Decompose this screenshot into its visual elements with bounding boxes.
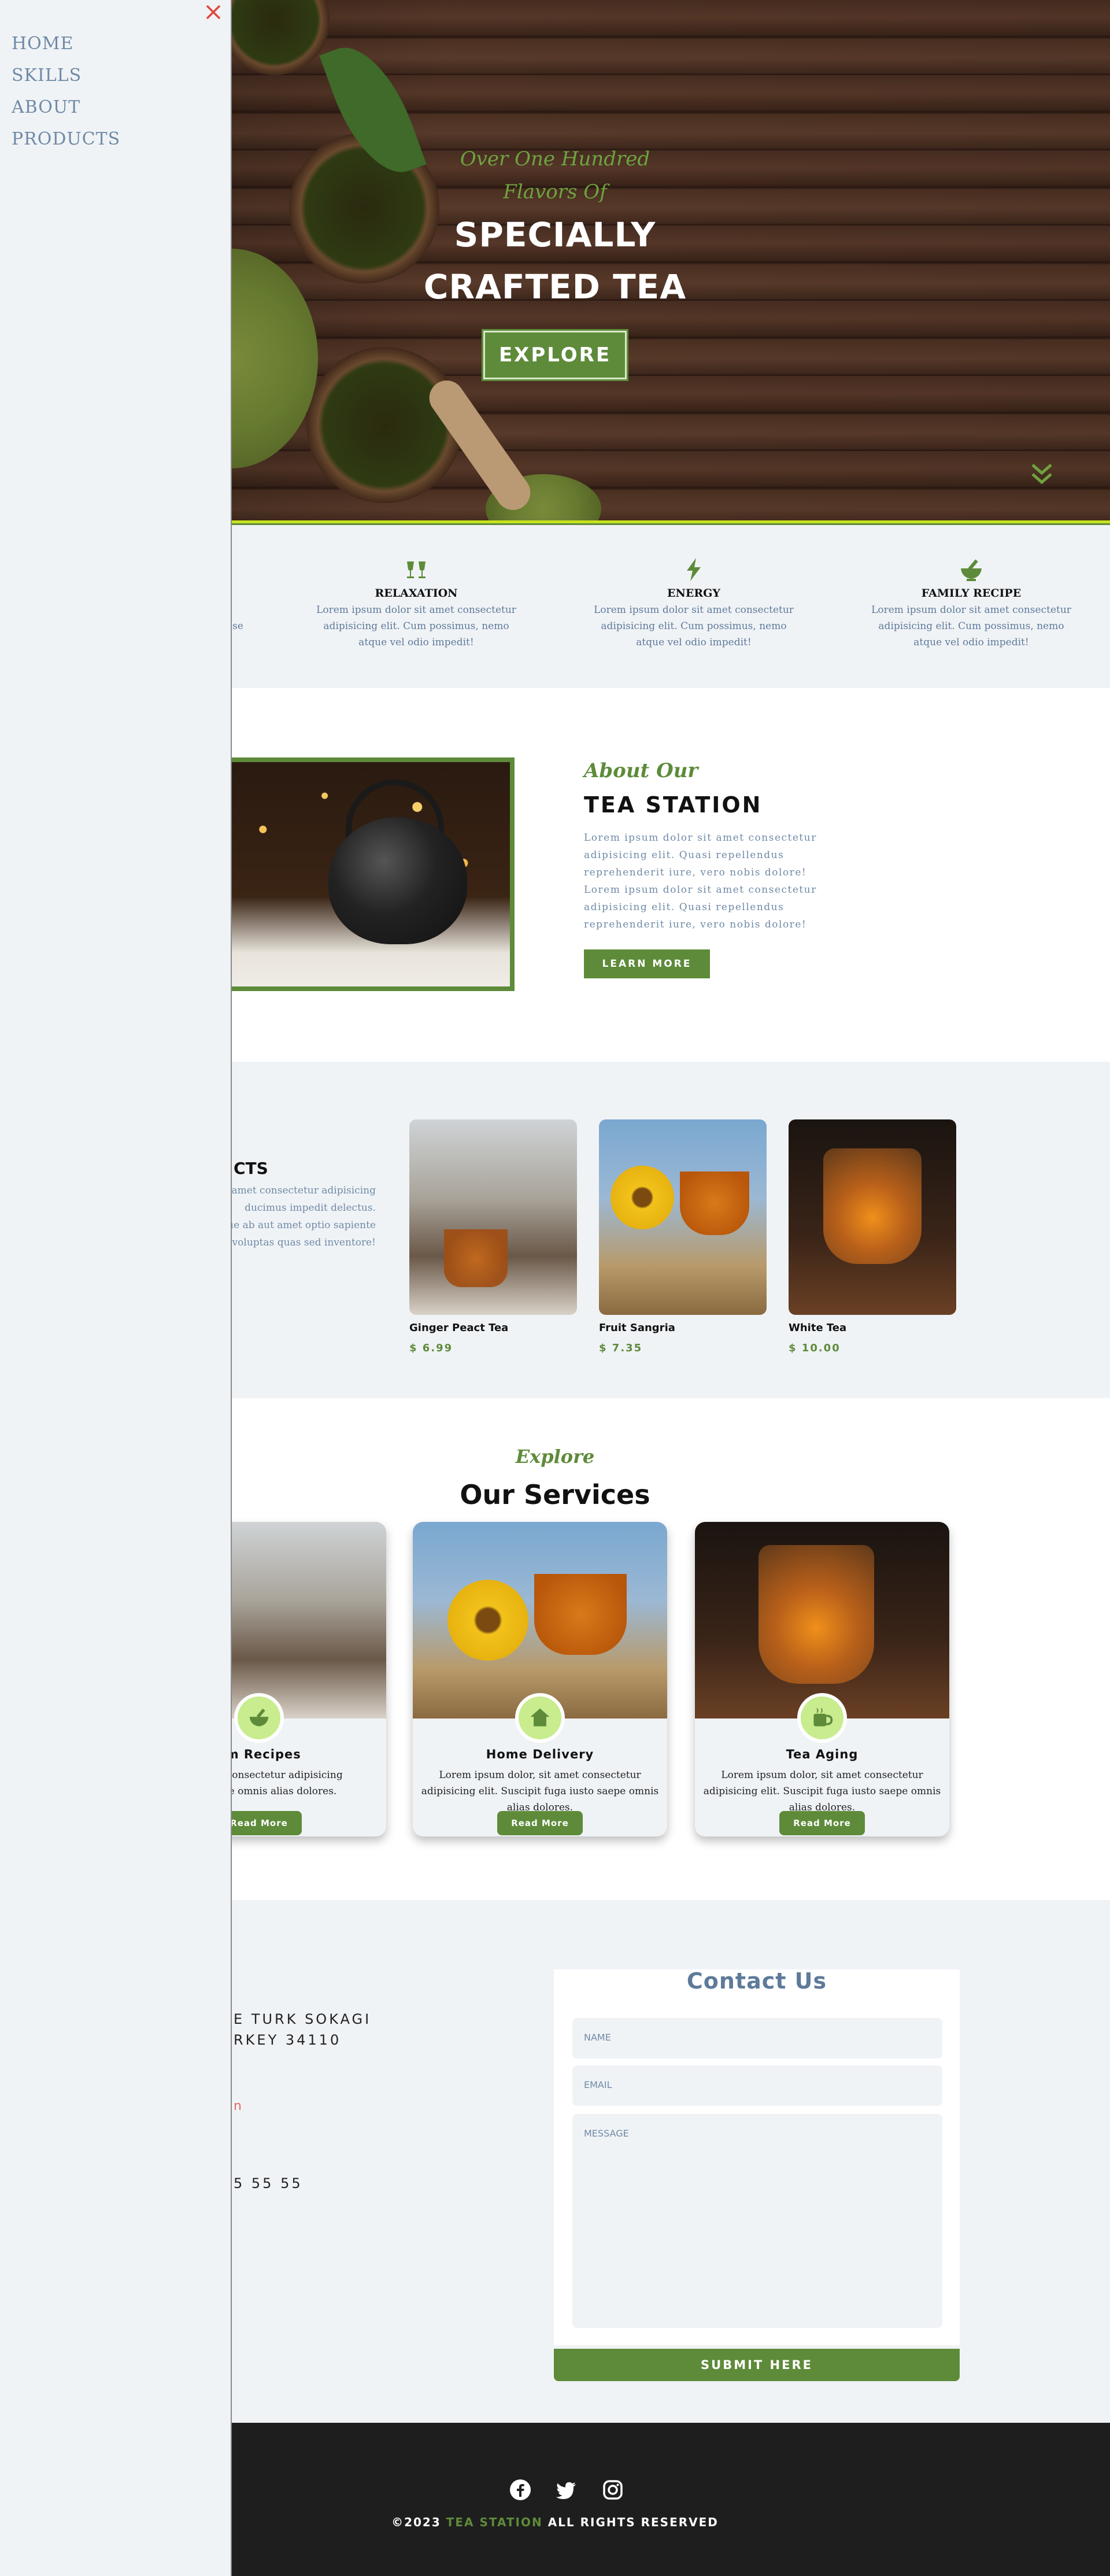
hero-subtitle-line1: Over One Hundred [460,147,650,171]
service-card: Tea Aging Lorem ipsum dolor, sit amet co… [695,1522,949,1836]
hero-title-line2: CRAFTED TEA [423,267,687,306]
nav-item-skills[interactable]: SKILLS [12,65,82,86]
contact-phone: 5 55 55 [234,2175,303,2191]
mug-icon [797,1693,847,1743]
service-name: Tea Aging [786,1747,859,1761]
service-text: Lorem ipsum dolor, sit amet consectetur … [703,1769,941,1813]
product-card[interactable]: Ginger Peact Tea $ 6.99 [409,1119,577,1354]
social-links [509,2478,624,2504]
product-price: $ 10.00 [789,1342,841,1354]
instagram-icon[interactable] [601,2478,624,2504]
contact-email[interactable]: n [234,2099,243,2113]
twitter-icon[interactable] [555,2478,578,2504]
contact-address: E TURK SOKAGI RKEY 34110 [234,2009,371,2050]
products-title: CTS [234,1159,268,1178]
close-icon[interactable] [204,2,223,22]
about-text: Lorem ipsum dolor sit amet consectetur a… [584,832,817,930]
service-image [413,1522,667,1718]
product-name: Ginger Peact Tea [409,1322,509,1334]
hero-title-line1: SPECIALLY [454,215,656,254]
mortar-icon [959,557,984,582]
teapot-image [197,757,515,991]
feature-energy: ENERGY Lorem ipsum dolor sit amet consec… [590,557,798,651]
bolt-icon [681,557,706,582]
facebook-icon[interactable] [509,2478,532,2504]
bowl-icon [234,1693,284,1743]
nav-item-products[interactable]: PRODUCTS [12,129,120,149]
read-more-button[interactable]: Read More [779,1811,865,1835]
product-card[interactable]: Fruit Sangria $ 7.35 [599,1119,767,1354]
feature-text: Lorem ipsum dolor sit amet consectetur a… [316,604,516,648]
product-price: $ 7.35 [599,1342,643,1354]
product-price: $ 6.99 [409,1342,453,1354]
feature-text: Lorem ipsum dolor sit amet consectetur a… [871,604,1071,648]
product-name: White Tea [789,1322,847,1334]
footer-brand[interactable]: TEA STATION [446,2515,543,2529]
feature-title: FAMILY RECIPE [921,587,1022,600]
contact-form-title: Contact Us [686,1968,827,1994]
message-field[interactable]: MESSAGE [572,2114,942,2328]
nav-item-home[interactable]: HOME [12,34,73,54]
product-image[interactable] [789,1119,956,1315]
address-line: RKEY 34110 [234,2032,342,2048]
learn-more-button[interactable]: LEARN MORE [584,949,710,978]
product-card[interactable]: White Tea $ 10.00 [789,1119,956,1354]
feature-relaxation: RELAXATION Lorem ipsum dolor sit amet co… [312,557,520,651]
about-subtitle: About Our [584,759,698,782]
chevron-double-down-icon[interactable] [1029,461,1054,487]
service-card: Home Delivery Lorem ipsum dolor, sit ame… [413,1522,667,1836]
email-field[interactable]: EMAIL [572,2065,942,2106]
contact-form: Contact Us NAME EMAIL MESSAGE SUBMIT HER… [554,1968,960,2381]
read-more-button[interactable]: Read More [497,1811,583,1835]
service-image [695,1522,949,1718]
feature-partial-text: se [232,620,243,632]
feature-text: Lorem ipsum dolor sit amet consectetur a… [594,604,794,648]
hero-subtitle-line2: Flavors Of [503,180,607,204]
sidebar-menu: HOME SKILLS ABOUT PRODUCTS [0,0,232,2576]
tea-bowl-image [306,347,462,503]
copyright-year: ©2023 [391,2515,441,2529]
address-line: E TURK SOKAGI [234,2011,372,2027]
service-name: Home Delivery [486,1747,594,1761]
service-text: Lorem ipsum dolor, sit amet consectetur … [421,1769,659,1813]
feature-title: ENERGY [667,587,720,600]
product-image[interactable] [409,1119,577,1315]
name-field[interactable]: NAME [572,2018,942,2058]
copyright-suffix: ALL RIGHTS RESERVED [547,2515,719,2529]
submit-button[interactable]: SUBMIT HERE [554,2349,960,2381]
nav-item-about[interactable]: ABOUT [12,97,80,117]
feature-family-recipe: FAMILY RECIPE Lorem ipsum dolor sit amet… [867,557,1075,651]
product-image[interactable] [599,1119,767,1315]
product-name: Fruit Sangria [599,1322,675,1334]
explore-button[interactable]: EXPLORE [482,329,628,381]
feature-title: RELAXATION [375,587,458,600]
home-icon [515,1693,565,1743]
about-title: TEA STATION [584,792,763,818]
cups-icon [404,557,429,582]
